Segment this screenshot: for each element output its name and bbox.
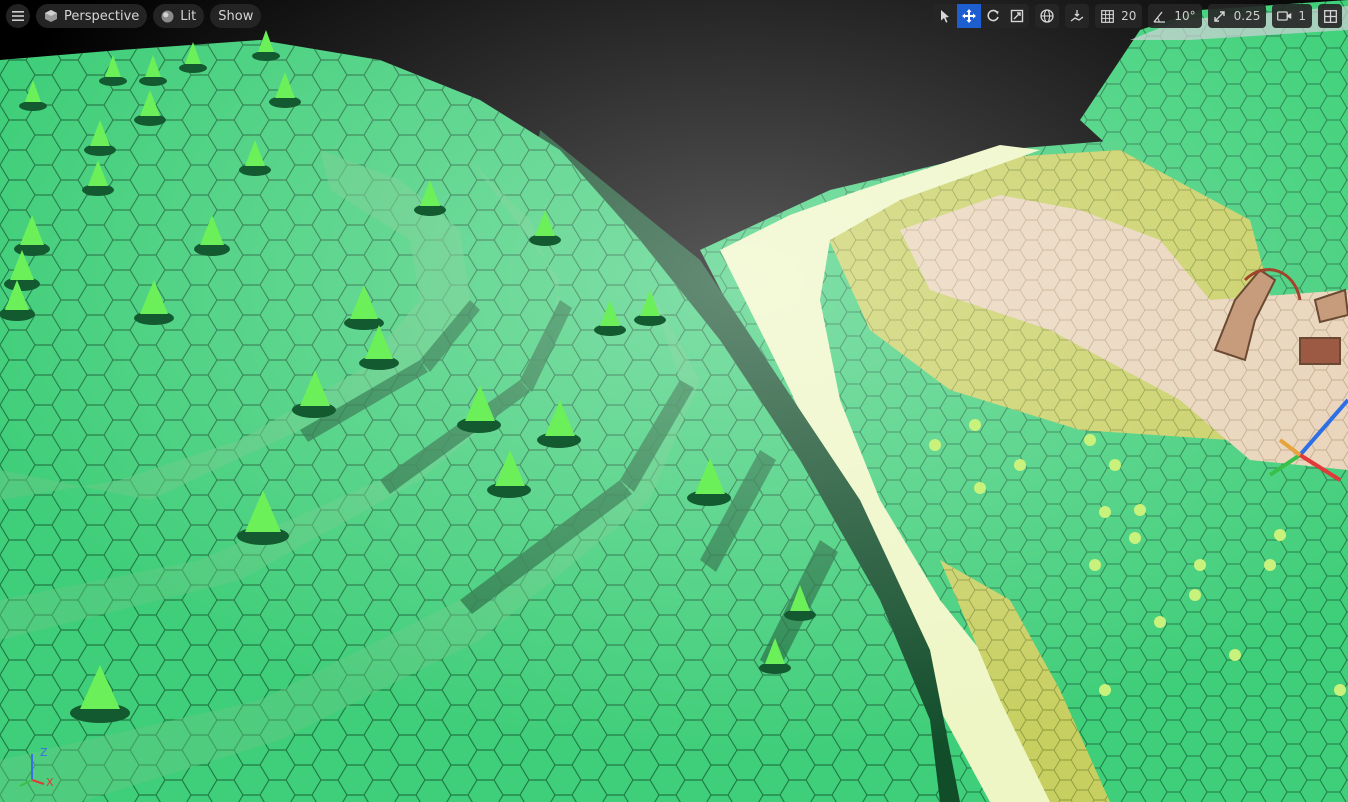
grid-snap-value[interactable]: 20 (1119, 9, 1142, 23)
editor-viewport[interactable]: Perspective Lit Show 20 10° 0.25 1 Z X (0, 0, 1348, 802)
cube-icon (45, 10, 57, 22)
rotation-snap-toggle[interactable] (1148, 4, 1172, 28)
translate-mode-button[interactable] (957, 4, 982, 28)
viewport-menu-button[interactable] (6, 4, 30, 28)
grid-snap-toggle[interactable] (1095, 4, 1119, 28)
scene-render (0, 0, 1348, 802)
cursor-arrow-icon (941, 10, 950, 23)
axis-x-label: X (46, 776, 54, 789)
grid-icon (1100, 9, 1114, 23)
scale-snap-icon (1214, 10, 1225, 22)
rotate-icon (987, 9, 999, 22)
globe-icon (1040, 9, 1054, 23)
viewport-layout-button[interactable] (1318, 4, 1342, 28)
transform-mode-group (933, 4, 1030, 28)
camera-speed-group[interactable]: 1 (1272, 4, 1312, 28)
move-arrows-icon (962, 9, 977, 23)
viewport-toolbar-right: 20 10° 0.25 1 (933, 4, 1342, 28)
view-mode-dropdown[interactable]: Perspective (36, 4, 148, 28)
show-label: Show (218, 8, 254, 24)
view-mode-label: Perspective (64, 8, 140, 24)
camera-speed-toggle[interactable] (1272, 4, 1296, 28)
camera-speed-value[interactable]: 1 (1296, 9, 1312, 23)
surface-snap-icon (1070, 10, 1084, 22)
scale-mode-button[interactable] (1005, 4, 1029, 28)
show-dropdown[interactable]: Show (210, 4, 262, 28)
axis-indicator: Z X (10, 746, 60, 792)
grid-snap-group[interactable]: 20 (1095, 4, 1143, 28)
rotate-mode-button[interactable] (981, 4, 1005, 28)
axis-z-label: Z (40, 746, 48, 759)
scale-snap-value[interactable]: 0.25 (1232, 9, 1267, 23)
camera-icon (1276, 11, 1292, 21)
scale-icon (1010, 9, 1024, 23)
lighting-mode-label: Lit (180, 8, 197, 24)
surface-snapping-button[interactable] (1065, 4, 1090, 28)
sphere-icon (161, 10, 174, 22)
coordinate-space-button[interactable] (1035, 4, 1060, 28)
rotation-snap-group[interactable]: 10° (1148, 4, 1202, 28)
angle-icon (1153, 11, 1166, 23)
scale-snap-toggle[interactable] (1208, 4, 1232, 28)
rotation-snap-value[interactable]: 10° (1172, 9, 1201, 23)
lighting-mode-dropdown[interactable]: Lit (153, 4, 205, 28)
viewport-toolbar-left: Perspective Lit Show (6, 4, 262, 28)
layout-grid-icon (1323, 9, 1337, 23)
hamburger-icon (12, 11, 24, 21)
scale-snap-group[interactable]: 0.25 (1207, 4, 1267, 28)
select-mode-button[interactable] (933, 4, 957, 28)
